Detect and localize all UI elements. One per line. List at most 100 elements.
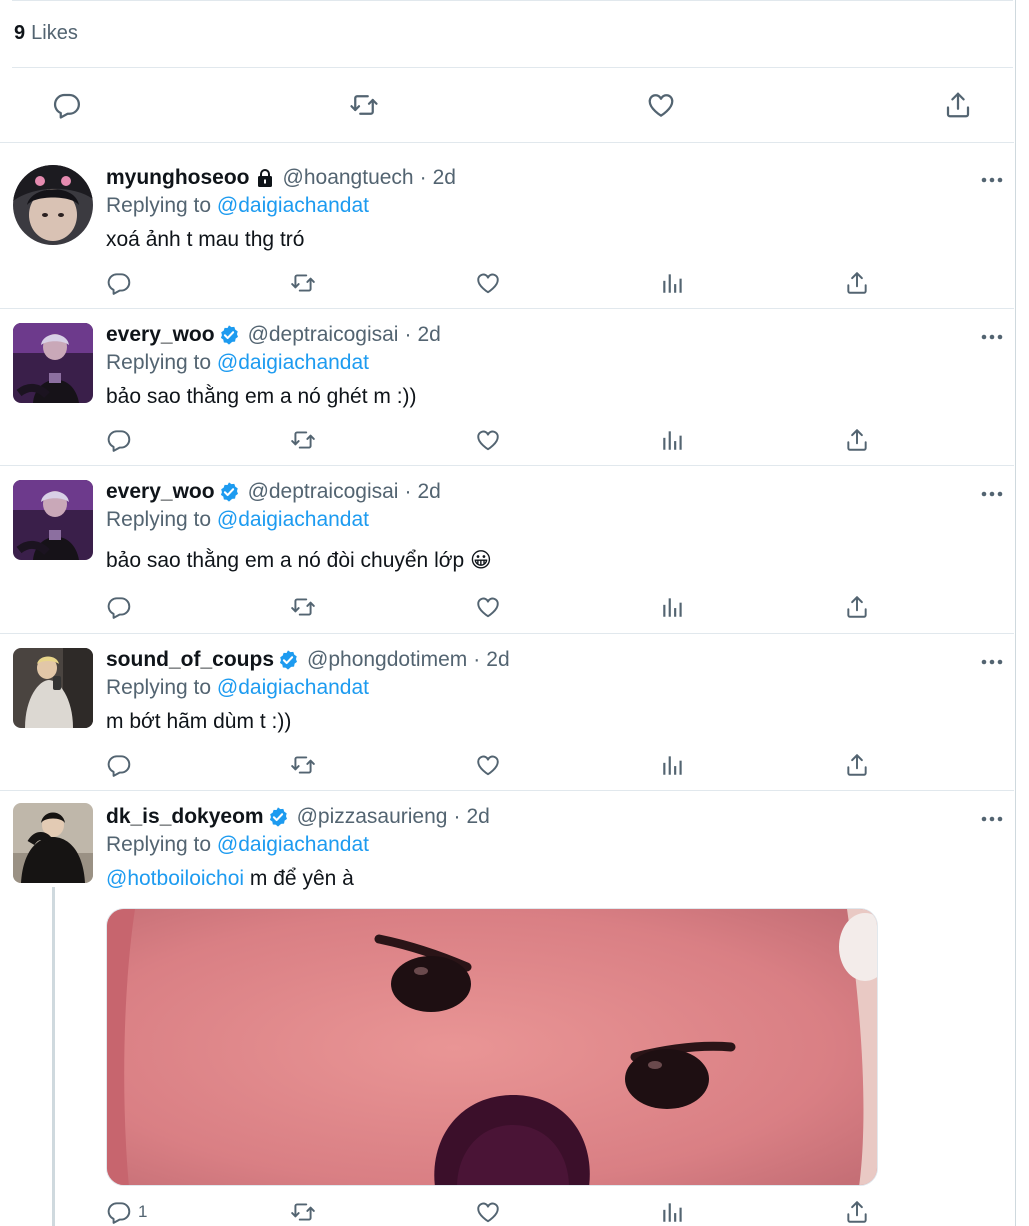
analytics-button[interactable] <box>660 426 686 454</box>
reply-button[interactable] <box>106 593 132 621</box>
avatar[interactable] <box>13 480 93 560</box>
share-button[interactable] <box>844 269 870 297</box>
tweet-divider <box>0 633 1014 634</box>
avatar[interactable] <box>13 323 93 403</box>
top-divider <box>12 0 1013 1</box>
main-retweet-button[interactable] <box>343 84 385 126</box>
avatar[interactable] <box>13 648 93 728</box>
reply-icon <box>107 430 131 452</box>
reply-tweet[interactable]: myunghoseoo @hoangtuech · 2d Replying to… <box>0 165 1014 308</box>
share-button[interactable] <box>844 1198 870 1226</box>
avatar-image <box>13 480 93 560</box>
tweet-actions <box>0 593 1014 621</box>
user-handle[interactable]: @deptraicogisai <box>248 480 399 504</box>
avatar-image <box>13 803 93 883</box>
main-tweet-actions <box>0 84 1014 126</box>
like-button[interactable] <box>475 269 501 297</box>
like-button[interactable] <box>475 426 501 454</box>
reply-tweet[interactable]: every_woo @deptraicogisai · 2d Replying … <box>0 323 1014 465</box>
reply-header: dk_is_dokyeom @pizzasaurieng · 2d <box>106 805 490 829</box>
more-options-button[interactable] <box>978 484 1006 504</box>
avatar-image <box>13 648 93 728</box>
reply-button[interactable] <box>106 426 132 454</box>
user-handle[interactable]: @deptraicogisai <box>248 323 399 347</box>
share-button[interactable] <box>844 751 870 779</box>
timestamp[interactable]: 2d <box>466 805 489 829</box>
user-handle[interactable]: @phongdotimem <box>307 648 467 672</box>
like-button[interactable] <box>475 751 501 779</box>
like-button[interactable] <box>475 1198 501 1226</box>
likes-divider <box>12 67 1013 68</box>
display-name[interactable]: dk_is_dokyeom <box>106 805 264 829</box>
tweet-text: m bớt hãm dùm t :)) <box>106 710 292 733</box>
reply-tweet[interactable]: every_woo @deptraicogisai · 2d Replying … <box>0 480 1014 632</box>
reply-icon <box>107 273 131 295</box>
more-options-button[interactable] <box>978 809 1006 829</box>
retweet-button[interactable] <box>290 751 316 779</box>
timestamp[interactable]: 2d <box>486 648 509 672</box>
heart-icon <box>477 755 499 776</box>
analytics-button[interactable] <box>660 751 686 779</box>
share-button[interactable] <box>844 426 870 454</box>
analytics-button[interactable] <box>660 269 686 297</box>
replying-to: Replying to @daigiachandat <box>106 508 369 532</box>
share-button[interactable] <box>844 593 870 621</box>
right-scroll-edge <box>1015 0 1029 1226</box>
tweet-text-body: m để yên à <box>249 867 354 890</box>
like-button[interactable] <box>475 593 501 621</box>
analytics-button[interactable] <box>660 593 686 621</box>
heart-icon <box>477 430 499 451</box>
analytics-button[interactable] <box>660 1198 686 1226</box>
tweet-text: xoá ảnh t mau thg tró <box>106 228 305 251</box>
replying-label: Replying to <box>106 351 212 374</box>
replying-to-link[interactable]: @daigiachandat <box>217 351 369 374</box>
tweet-actions <box>0 751 1014 779</box>
dot-separator: · <box>404 480 412 503</box>
display-name[interactable]: sound_of_coups <box>106 648 274 672</box>
reply-button[interactable]: 1 <box>106 1198 147 1226</box>
likes-count-link[interactable]: 9 Likes <box>14 22 78 45</box>
avatar[interactable] <box>13 165 93 245</box>
avatar[interactable] <box>13 803 93 883</box>
retweet-icon <box>291 598 315 616</box>
dot-separator: · <box>473 648 481 671</box>
display-name[interactable]: myunghoseoo <box>106 166 250 190</box>
timestamp[interactable]: 2d <box>417 480 440 504</box>
tweet-media-image[interactable] <box>106 908 878 1186</box>
more-options-button[interactable] <box>978 652 1006 672</box>
user-handle[interactable]: @hoangtuech <box>283 166 414 190</box>
reply-tweet[interactable]: dk_is_dokyeom @pizzasaurieng · 2d Replyi… <box>0 803 1014 1226</box>
main-share-button[interactable] <box>937 84 979 126</box>
reply-button[interactable] <box>106 269 132 297</box>
retweet-icon <box>291 1203 315 1221</box>
replying-to-link[interactable]: @daigiachandat <box>217 508 369 531</box>
more-options-button[interactable] <box>978 327 1006 347</box>
more-options-button[interactable] <box>978 170 1006 190</box>
replying-to-link[interactable]: @daigiachandat <box>217 833 369 856</box>
reply-button[interactable] <box>106 751 132 779</box>
mention-link[interactable]: @hotboiloichoi <box>106 867 244 890</box>
tweet-detail-page: 9 Likes myunghoseoo @hoangtuech · 2d Rep… <box>0 0 1029 1226</box>
timestamp[interactable]: 2d <box>433 166 456 190</box>
heart-icon <box>648 94 674 117</box>
reply-tweet[interactable]: sound_of_coups @phongdotimem · 2d Replyi… <box>0 648 1014 790</box>
retweet-button[interactable] <box>290 426 316 454</box>
retweet-icon <box>291 431 315 449</box>
main-reply-button[interactable] <box>46 84 88 126</box>
display-name[interactable]: every_woo <box>106 480 215 504</box>
avatar-image <box>13 323 93 403</box>
retweet-button[interactable] <box>290 1198 316 1226</box>
replying-label: Replying to <box>106 508 212 531</box>
main-like-button[interactable] <box>640 84 682 126</box>
retweet-button[interactable] <box>290 593 316 621</box>
replying-label: Replying to <box>106 194 212 217</box>
retweet-button[interactable] <box>290 269 316 297</box>
user-handle[interactable]: @pizzasaurieng <box>297 805 448 829</box>
replying-to-link[interactable]: @daigiachandat <box>217 194 369 217</box>
replying-to-link[interactable]: @daigiachandat <box>217 676 369 699</box>
display-name[interactable]: every_woo <box>106 323 215 347</box>
share-icon <box>847 429 867 451</box>
tweet-text: @hotboiloichoi m để yên à <box>106 867 354 891</box>
timestamp[interactable]: 2d <box>417 323 440 347</box>
share-icon <box>946 92 970 118</box>
